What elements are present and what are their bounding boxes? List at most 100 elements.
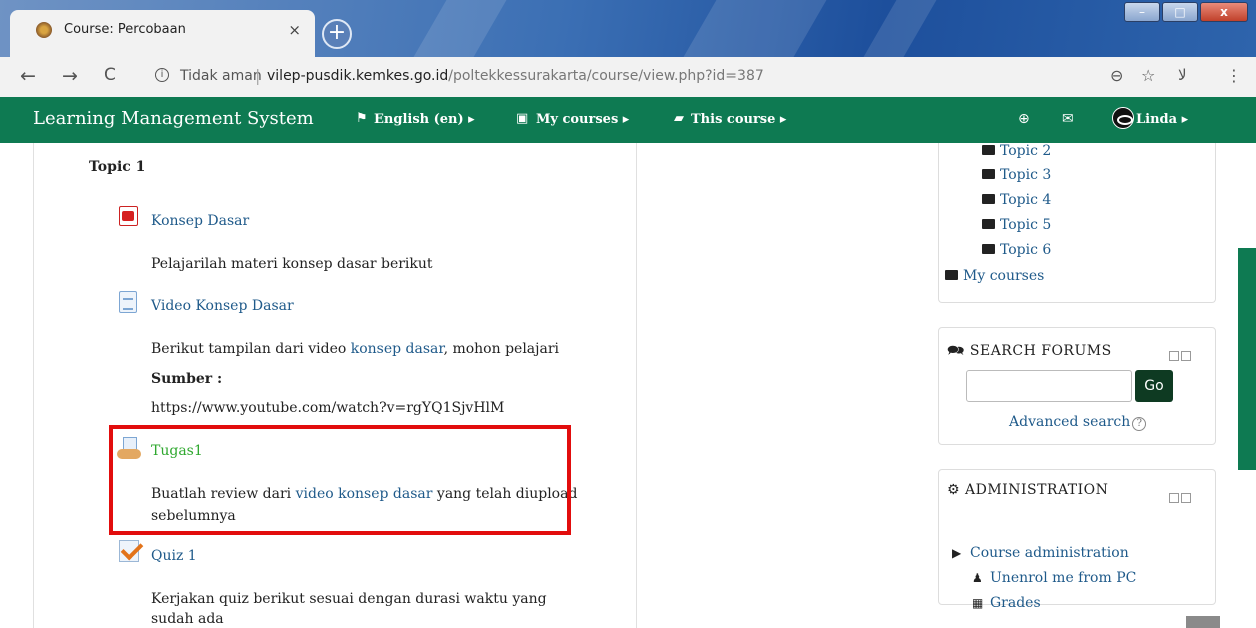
url-host: vilep-pusdik.kemkes.go.id [267, 68, 449, 84]
block-controls[interactable] [1167, 346, 1193, 361]
go-button[interactable]: Go [1135, 370, 1173, 402]
dock-icon[interactable] [1181, 493, 1191, 503]
dock-icon[interactable] [1181, 351, 1191, 361]
back-arrow-icon[interactable]: ← [20, 65, 36, 87]
administration-title: ADMINISTRATION [965, 482, 1109, 498]
folder-icon [982, 244, 995, 254]
folder-open-icon: ▶ [952, 546, 962, 560]
activity-description: Kerjakan quiz berikut sesuai dengan dura… [151, 591, 547, 607]
search-forums-input[interactable] [966, 370, 1132, 402]
forward-arrow-icon[interactable]: → [62, 65, 78, 87]
nav-my-courses[interactable]: My courses [945, 268, 1044, 284]
address-bar: ← → C i Tidak aman | vilep-pusdik.kemkes… [0, 57, 1256, 97]
scroll-to-top-button[interactable] [1186, 616, 1220, 628]
course-administration-link[interactable]: ▶ Course administration [952, 545, 1129, 561]
activity-description: Pelajarilah materi konsep dasar berikut [151, 256, 433, 272]
book-icon: ▰ [674, 111, 684, 126]
url-path: /poltekkessurakarta/course/view.php?id=3… [448, 68, 764, 84]
user-icon: ♟ [972, 571, 983, 585]
language-menu[interactable]: English (en) ▸ [374, 112, 475, 127]
advanced-search-link[interactable]: Advanced search? [1009, 414, 1147, 431]
search-forums-block: 🗪 SEARCH FORUMS Go Advanced search? [938, 327, 1216, 445]
gears-icon: ⚙ [947, 482, 961, 498]
zoom-icon[interactable]: ⊖ [1110, 66, 1123, 85]
messages-icon[interactable]: ✉ [1062, 111, 1074, 127]
description-text: Berikut tampilan dari video [151, 341, 351, 357]
tab-close-icon[interactable]: × [288, 21, 301, 39]
nav-item-label: Topic 2 [1000, 143, 1052, 159]
comments-icon: 🗪 [947, 343, 965, 359]
url-separator: | [255, 66, 261, 85]
pdf-icon [119, 206, 138, 226]
unenrol-label: Unenrol me from PC [990, 570, 1137, 586]
source-url: https://www.youtube.com/watch?v=rgYQ1Sjv… [151, 400, 505, 416]
search-forums-title: SEARCH FORUMS [969, 343, 1112, 359]
nav-topic-5[interactable]: Topic 5 [982, 217, 1051, 233]
activity-description: Berikut tampilan dari video konsep dasar… [151, 338, 559, 360]
window-controls: – □ x [1124, 2, 1248, 22]
bookmark-star-icon[interactable]: ☆ [1141, 66, 1155, 85]
grades-label: Grades [990, 595, 1041, 611]
browser-tab[interactable]: Course: Percobaan × [10, 10, 315, 57]
nav-topic-2[interactable]: Topic 2 [982, 143, 1051, 159]
advanced-search-label: Advanced search [1009, 414, 1131, 430]
reload-icon[interactable]: C [104, 65, 116, 85]
titlebar-decoration [683, 0, 827, 57]
activity-quiz1-link[interactable]: Quiz 1 [151, 548, 197, 564]
nav-item-label: Topic 5 [1000, 217, 1052, 233]
activity-description-line2: sudah ada [151, 611, 224, 627]
block-controls[interactable] [1167, 488, 1193, 503]
activity-konsep-dasar-link[interactable]: Konsep Dasar [151, 213, 249, 229]
new-tab-button[interactable]: + [322, 19, 352, 49]
folder-icon [945, 270, 958, 280]
url-text[interactable]: vilep-pusdik.kemkes.go.id/poltekkessurak… [267, 68, 764, 84]
my-courses-menu[interactable]: My courses ▸ [536, 112, 629, 127]
user-avatar[interactable] [1112, 107, 1134, 129]
grades-link[interactable]: ▦ Grades [972, 595, 1041, 611]
flag-icon: ⚑ [356, 111, 368, 126]
site-brand[interactable]: Learning Management System [33, 108, 314, 129]
nav-topic-3[interactable]: Topic 3 [982, 167, 1051, 183]
table-icon: ▦ [972, 596, 984, 610]
window-close-button[interactable]: x [1200, 2, 1248, 22]
user-menu[interactable]: Linda ▸ [1136, 112, 1188, 127]
search-forums-heading: 🗪 SEARCH FORUMS [947, 340, 1112, 364]
folder-icon [982, 145, 995, 155]
administration-heading: ⚙ ADMINISTRATION [947, 482, 1108, 498]
folder-icon [982, 194, 995, 204]
titlebar-decoration [863, 0, 937, 57]
nav-topic-4[interactable]: Topic 4 [982, 192, 1051, 208]
folder-icon [982, 219, 995, 229]
help-icon[interactable]: ? [1132, 417, 1147, 431]
extension-icon[interactable]: ﻻ [1178, 66, 1187, 84]
side-tab[interactable] [1238, 248, 1256, 470]
activity-video-konsep-dasar-link[interactable]: Video Konsep Dasar [151, 298, 294, 314]
highlight-box [109, 425, 571, 535]
collapse-icon[interactable] [1169, 493, 1179, 503]
topic-title: Topic 1 [89, 159, 146, 175]
titlebar-decoration [413, 0, 507, 57]
page-icon [119, 291, 137, 313]
tab-title: Course: Percobaan [64, 22, 186, 37]
source-label: Sumber : [151, 371, 223, 387]
lms-navbar: Learning Management System ⚑ English (en… [0, 97, 1256, 143]
nav-item-label: My courses [963, 268, 1045, 284]
security-label: Tidak aman [180, 68, 262, 84]
notifications-icon[interactable]: ⊕ [1018, 111, 1030, 127]
collapse-icon[interactable] [1169, 351, 1179, 361]
window-maximize-button[interactable]: □ [1162, 2, 1198, 22]
chrome-menu-icon[interactable]: ⋮ [1226, 66, 1242, 85]
konsep-dasar-link[interactable]: konsep dasar [351, 341, 444, 357]
window-minimize-button[interactable]: – [1124, 2, 1160, 22]
course-administration-label: Course administration [970, 545, 1129, 561]
this-course-menu[interactable]: This course ▸ [691, 112, 786, 127]
unenrol-link[interactable]: ♟ Unenrol me from PC [972, 570, 1136, 586]
omnibox[interactable]: i Tidak aman | vilep-pusdik.kemkes.go.id… [143, 62, 1183, 92]
briefcase-icon: ▣ [516, 111, 529, 126]
info-icon[interactable]: i [155, 68, 169, 82]
nav-topic-6[interactable]: Topic 6 [982, 242, 1051, 258]
nav-item-label: Topic 3 [1000, 167, 1052, 183]
nav-item-label: Topic 4 [1000, 192, 1052, 208]
browser-tab-bar: Course: Percobaan × + – □ x [0, 0, 1256, 57]
site-favicon-icon [36, 22, 52, 38]
